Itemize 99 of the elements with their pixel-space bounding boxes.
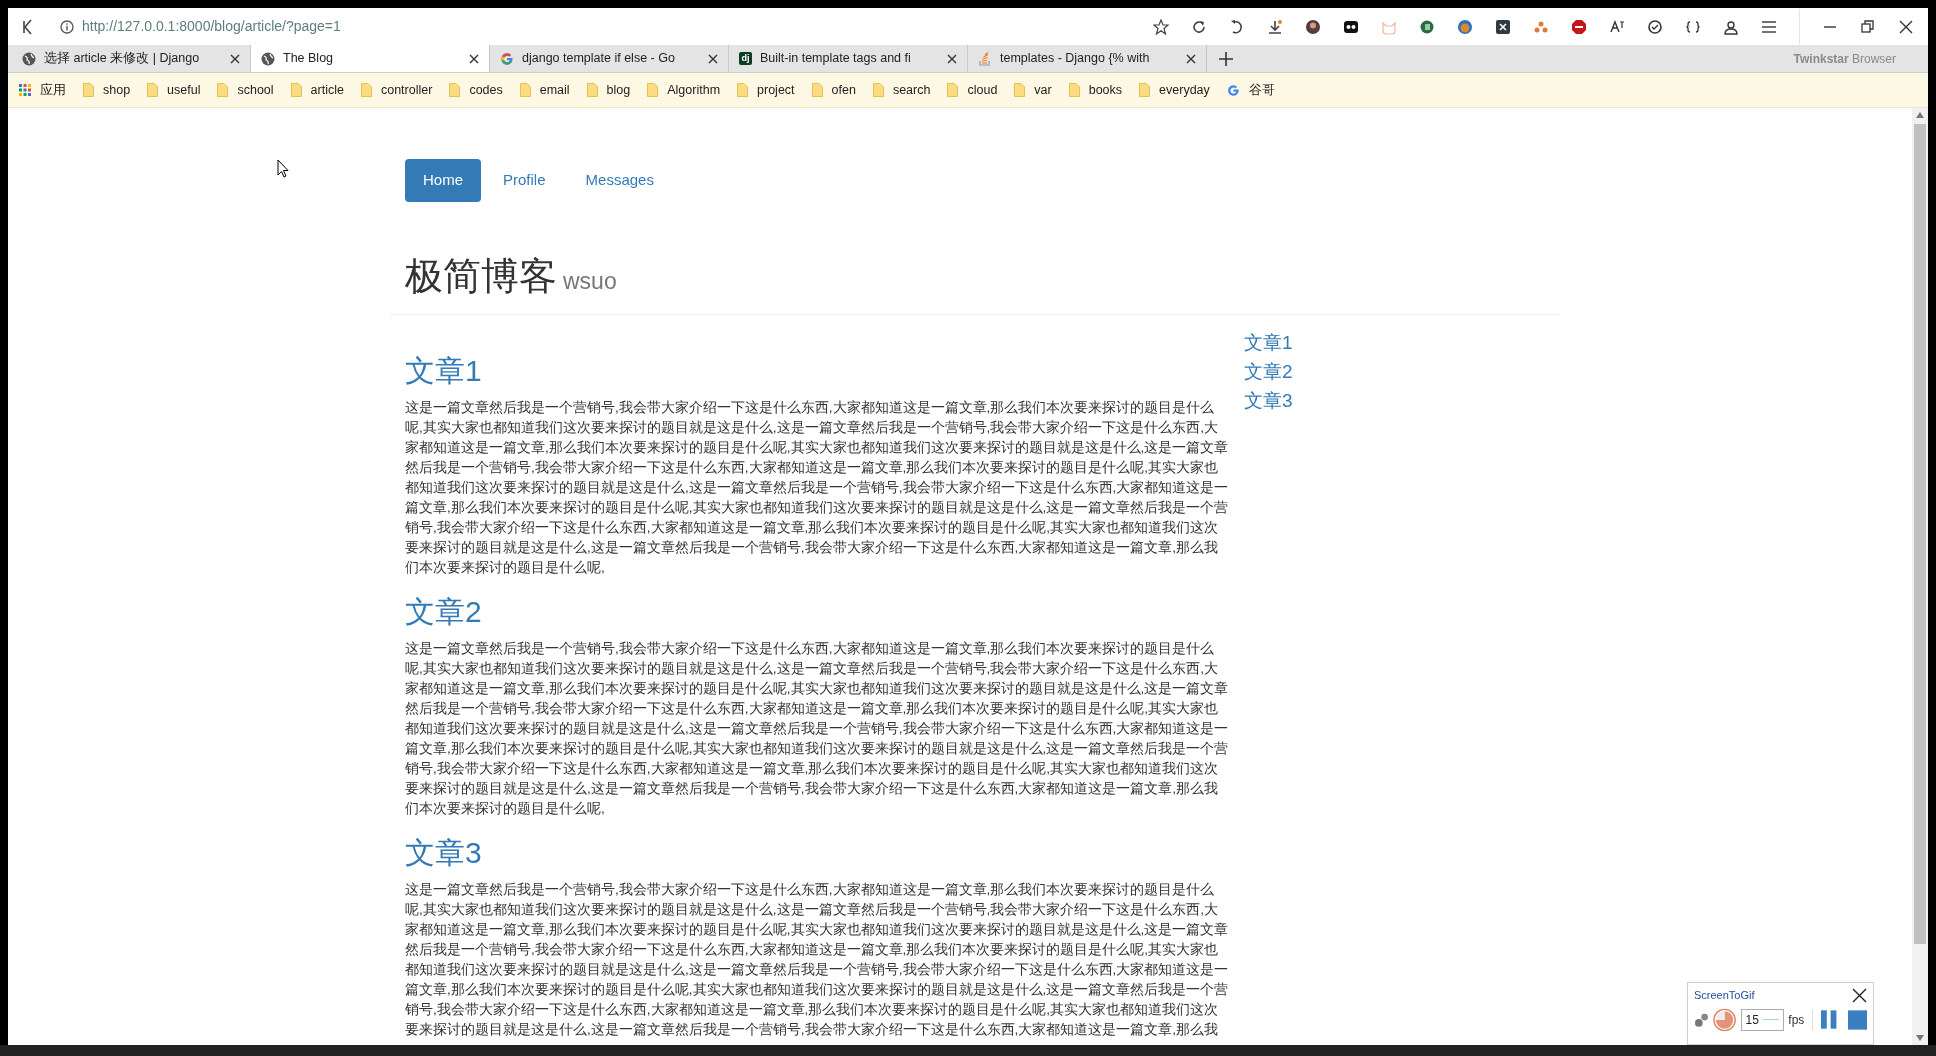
bookmark[interactable]: 谷哥 <box>1226 80 1275 100</box>
bookmark[interactable]: controller <box>360 80 433 100</box>
address-bar[interactable]: http://127.0.0.1:8000/blog/article/?page=1 <box>82 16 341 37</box>
google-icon <box>1226 83 1240 97</box>
bookmark[interactable]: codes <box>449 80 503 100</box>
globe-icon <box>261 51 275 66</box>
record-icon[interactable] <box>1713 1007 1737 1032</box>
bookmark[interactable]: project <box>737 80 795 100</box>
pause-icon[interactable] <box>1821 1010 1838 1029</box>
bookmark[interactable]: var <box>1014 80 1052 100</box>
browser-tab[interactable]: templates - Django {% with <box>968 45 1207 72</box>
star-icon[interactable] <box>1153 18 1169 35</box>
download-icon[interactable] <box>1267 18 1283 35</box>
tab-title: templates - Django {% with <box>1000 50 1151 68</box>
close-icon[interactable] <box>230 53 240 64</box>
new-tab-icon[interactable] <box>1219 51 1233 66</box>
sidebar-link[interactable]: 文章1 <box>1244 328 1293 358</box>
close-icon[interactable] <box>708 53 718 64</box>
article-title-link[interactable]: 文章3 <box>405 835 482 872</box>
article-text: 这是一篇文章然后我是一个营销号,我会带大家介绍一下这是什么东西,大家都知道这是一篇文章,那么我们本次要来探讨的题目是什么呢,其实大家也都知道我们这次要来探讨的题目就是这是什么,这是一篇文章然后我是一个营销号,我会带大家介绍一下这是什么东西,大家都知道这是一篇文章,那么我们本次要来探讨的题目是什么呢,其实大家也都知道我们这次要来探讨的题目就是这是什么,这是一篇文章然后我是一个营销号,我会带大家介绍一下这是什么东西,大家都知道这是一篇文章,那么我们本次要来探讨的题目是什么呢,其实大家也都知道我们这次要来探讨的题目就是这是什么,这是一篇文章然后我是一个营销号,我会带大家介绍一下这是什么东西,大家都知道这是一篇文章,那么我们本次要来探讨的题目是什么呢,其实大家也都知道我们这次要来探讨的题目就是这是什么,这是一篇文章然后我是一个营销号,我会带大家介绍一下这是什么东西,大家都知道这是一篇文章,那么我们本次要来探讨的题目是什么呢,其实大家也都知道我们这次要来探讨的题目就是这是什么,这是一篇文章然后我是一个营销号,我会带大家介绍一下这是什么东西,大家都知道这是一篇文章,那么我们本次要来探讨的题目是什么呢, <box>405 640 1230 819</box>
close-icon[interactable] <box>947 53 957 64</box>
bookmark[interactable]: article <box>290 80 344 100</box>
folder-icon <box>290 83 302 97</box>
menu-icon[interactable] <box>1761 18 1777 35</box>
translate-icon[interactable] <box>1609 18 1625 35</box>
bookmark[interactable]: search <box>872 80 931 100</box>
close-icon[interactable] <box>1852 987 1867 1003</box>
bookmark[interactable]: books <box>1068 80 1123 100</box>
recorder-title: ScreenToGif <box>1694 988 1755 1003</box>
blog-subtitle: wsuo <box>563 267 617 294</box>
folder-icon <box>360 83 372 97</box>
bookmark[interactable]: Algorithm <box>647 80 721 100</box>
folder-icon <box>1014 83 1026 97</box>
sidebar-link[interactable]: 文章3 <box>1244 386 1293 416</box>
article-text: 这是一篇文章然后我是一个营销号,我会带大家介绍一下这是什么东西,大家都知道这是一篇文章,那么我们本次要来探讨的题目是什么呢,其实大家也都知道我们这次要来探讨的题目就是这是什么,这是一篇文章然后我是一个营销号,我会带大家介绍一下这是什么东西,大家都知道这是一篇文章,那么我们本次要来探讨的题目是什么呢,其实大家也都知道我们这次要来探讨的题目就是这是什么,这是一篇文章然后我是一个营销号,我会带大家介绍一下这是什么东西,大家都知道这是一篇文章,那么我们本次要来探讨的题目是什么呢,其实大家也都知道我们这次要来探讨的题目就是这是什么,这是一篇文章然后我是一个营销号,我会带大家介绍一下这是什么东西,大家都知道这是一篇文章,那么我们本次要来探讨的题目是什么呢,其实大家也都知道我们这次要来探讨的题目就是这是什么,这是一篇文章然后我是一个营销号,我会带大家介绍一下这是什么东西,大家都知道这是一篇文章,那么我们本次要来探讨的题目是什么呢,其实大家也都知道我们这次要来探讨的题目就是这是什么,这是一篇文章然后我是一个营销号,我会带大家介绍一下这是什么东西,大家都知道这是一篇文章,那么我们本次要来探讨的题目是什么呢, <box>405 399 1230 578</box>
scroll-up-icon[interactable] <box>1916 112 1924 118</box>
tab-title: 选择 article 来修改 | Django <box>44 50 201 68</box>
google-icon <box>500 51 514 66</box>
cursor-icon <box>277 159 289 178</box>
bookmark[interactable]: school <box>217 80 274 100</box>
browser-tab[interactable]: django template if else - Go <box>490 45 729 72</box>
stop-icon[interactable] <box>1847 1009 1867 1030</box>
gear-icon[interactable] <box>1694 1011 1710 1028</box>
fps-field[interactable]: 15 <box>1740 1008 1785 1031</box>
folder-icon <box>737 83 749 97</box>
article-title-link[interactable]: 文章2 <box>405 594 482 631</box>
folder-icon <box>519 83 531 97</box>
bookmark[interactable]: email <box>519 80 570 100</box>
browser-tab[interactable]: The Blog <box>251 45 490 72</box>
folder-icon <box>1068 83 1080 97</box>
extension-icon[interactable] <box>1343 18 1359 35</box>
folder-icon <box>586 83 598 97</box>
x-icon[interactable] <box>1495 18 1511 35</box>
tab-title: The Blog <box>283 50 335 68</box>
sync-icon[interactable] <box>1647 18 1663 35</box>
scroll-down-icon[interactable] <box>1916 1035 1924 1041</box>
bookmark[interactable]: 应用 <box>19 80 66 100</box>
article-text: 这是一篇文章然后我是一个营销号,我会带大家介绍一下这是什么东西,大家都知道这是一篇文章,那么我们本次要来探讨的题目是什么呢,其实大家也都知道我们这次要来探讨的题目就是这是什么,这是一篇文章然后我是一个营销号,我会带大家介绍一下这是什么东西,大家都知道这是一篇文章,那么我们本次要来探讨的题目是什么呢,其实大家也都知道我们这次要来探讨的题目就是这是什么,这是一篇文章然后我是一个营销号,我会带大家介绍一下这是什么东西,大家都知道这是一篇文章,那么我们本次要来探讨的题目是什么呢,其实大家也都知道我们这次要来探讨的题目就是这是什么,这是一篇文章然后我是一个营销号,我会带大家介绍一下这是什么东西,大家都知道这是一篇文章,那么我们本次要来探讨的题目是什么呢,其实大家也都知道我们这次要来探讨的题目就是这是什么,这是一篇文章然后我是一个营销号,我会带大家介绍一下这是什么东西,大家都知道这是一篇文章,那么我们本次要来探讨的题目是什么呢,其实大家也都知道我们这次要来探讨的题目就是这是什么,这是一篇文章然后我是一个营销号,我会带大家介绍一下这是什么东西,大家都知道这是一篇文章,那么我 <box>405 881 1230 1040</box>
nav-tab[interactable]: Profile <box>485 159 564 202</box>
close-icon[interactable] <box>1898 18 1914 35</box>
tab-icon: dj <box>739 52 752 65</box>
undo-icon[interactable] <box>1229 18 1245 35</box>
fps-label: fps <box>1788 1011 1805 1029</box>
bookmark[interactable]: everyday <box>1139 80 1210 100</box>
article-title-link[interactable]: 文章1 <box>405 353 482 390</box>
folder-icon <box>872 83 884 97</box>
sidebar-link[interactable]: 文章2 <box>1244 357 1293 387</box>
folder-icon <box>811 83 823 97</box>
stack-icon <box>978 51 992 66</box>
close-icon[interactable] <box>469 53 479 64</box>
tab-title: Built-in template tags and fi <box>760 50 912 68</box>
braces-icon[interactable] <box>1685 18 1701 35</box>
profile-icon[interactable] <box>1723 18 1739 35</box>
folder-icon <box>83 83 94 97</box>
bookmark[interactable]: blog <box>586 80 631 100</box>
blog-title: 极简博客 <box>405 254 557 297</box>
folder-icon <box>217 83 229 97</box>
close-icon[interactable] <box>1186 53 1196 64</box>
bookmark[interactable]: cloud <box>947 80 998 100</box>
restore-icon[interactable] <box>1860 18 1876 35</box>
folder-icon <box>449 83 461 97</box>
nav-tab[interactable]: Home <box>405 159 481 202</box>
reload-icon[interactable] <box>1191 18 1207 35</box>
apps-icon <box>19 84 31 96</box>
nav-tab[interactable]: Messages <box>567 159 672 202</box>
browser-name: Twinkstar Browser <box>1793 50 1897 68</box>
globe-icon <box>22 51 36 66</box>
folder-icon <box>647 83 659 97</box>
bookmark[interactable]: ofen <box>811 80 856 100</box>
folder-icon <box>147 83 159 97</box>
folder-icon <box>1139 83 1151 97</box>
info-icon[interactable] <box>60 19 74 34</box>
bookmark[interactable]: shop <box>83 80 131 100</box>
avatar-icon[interactable] <box>1305 18 1321 35</box>
adblock-icon[interactable] <box>1571 18 1587 35</box>
browser-tab[interactable]: dj Built-in template tags and fi <box>729 45 968 72</box>
bookmark[interactable]: useful <box>147 80 201 100</box>
tab-title: django template if else - Go <box>522 50 676 68</box>
folder-icon <box>947 83 959 97</box>
